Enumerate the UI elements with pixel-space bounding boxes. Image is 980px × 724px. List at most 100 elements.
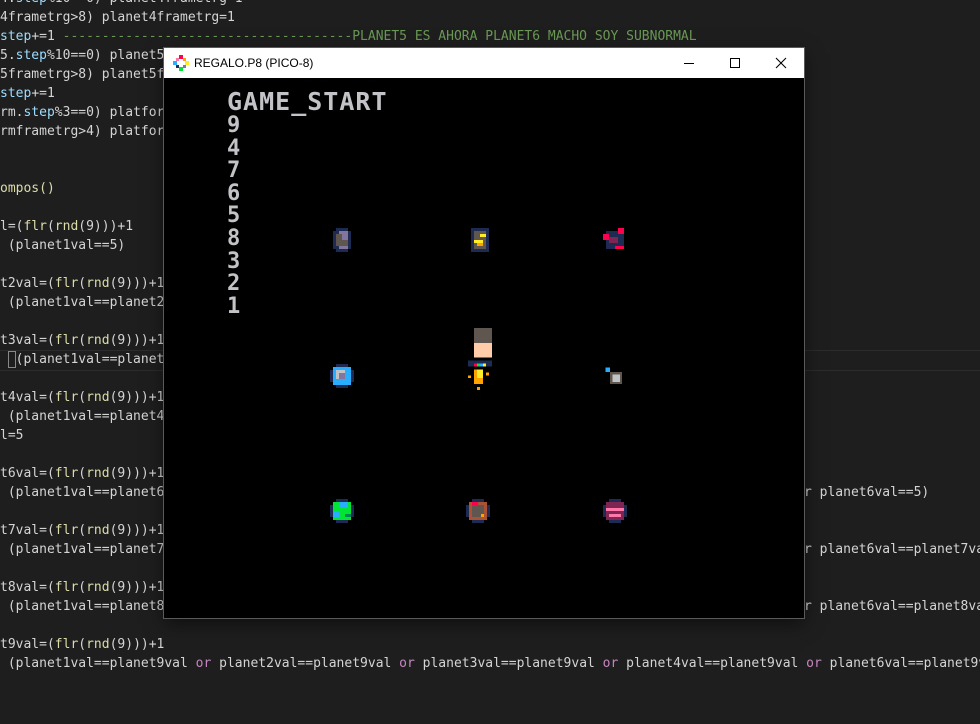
code-line: t8val=(flr(rnd(9)))+1 — [0, 578, 164, 597]
code-token: ( — [78, 333, 87, 348]
code-token: t7val=( — [0, 523, 55, 538]
code-token: ( — [46, 219, 55, 234]
code-token: or — [399, 656, 415, 671]
score-digit: 8 — [227, 225, 241, 251]
code-token: or — [806, 656, 822, 671]
code-token: ( — [78, 580, 87, 595]
code-token: rnd — [54, 219, 79, 234]
code-token: flr — [54, 466, 79, 481]
code-token: (9)))+1 — [109, 580, 165, 595]
code-token: planet6val==planet9va — [821, 656, 980, 671]
code-token: rnd — [86, 333, 110, 348]
window-titlebar[interactable]: REGALO.P8 (PICO-8) — [164, 48, 804, 78]
score-digit: 2 — [227, 271, 241, 297]
code-token: planet4val==planet9val — [618, 656, 807, 671]
code-line: t7val=(flr(rnd(9)))+1 — [0, 521, 164, 540]
code-token: t4val=( — [0, 390, 55, 405]
code-token: t2val=( — [0, 276, 55, 291]
code-token: planet3val==planet9val — [414, 656, 603, 671]
code-line: rmframetrg>4) platfor — [0, 122, 164, 141]
code-line: t6val=(flr(rnd(9)))+1 — [0, 464, 164, 483]
code-line: step+=1 --------------------------------… — [0, 27, 697, 46]
code-line: (planet1val==planet8 — [0, 597, 165, 616]
code-line: r planet6val==5) — [804, 483, 929, 502]
score-digit: 9 — [227, 113, 241, 138]
planet-1 — [333, 228, 351, 252]
code-line: (planet1val==planet2 — [0, 293, 165, 312]
code-token: rnd — [86, 276, 110, 291]
code-token: (planet1val==5) — [0, 238, 126, 253]
code-token: ( — [78, 276, 87, 291]
code-token: %10==0) planet5 — [46, 48, 165, 63]
code-token: (planet1val==planet6 — [0, 485, 165, 500]
code-token: r — [804, 542, 812, 557]
code-line: l=5 — [0, 426, 23, 445]
code-token: step — [15, 48, 47, 63]
code-token: (planet1val==planet7 — [0, 542, 165, 557]
code-token: l=( — [0, 219, 24, 234]
code-token: (planet1val==planet2 — [0, 295, 165, 310]
code-line: r planet6val==planet8va — [804, 597, 980, 616]
code-token: step — [16, 0, 47, 6]
close-button[interactable] — [758, 48, 804, 78]
code-line: r planet6val==planet7va — [804, 540, 980, 559]
code-token: planet2val==planet9val — [211, 656, 400, 671]
code-token: planet6val==planet8va — [811, 599, 980, 614]
code-token: +=1 — [31, 29, 63, 44]
game-start-label: GAME_START — [227, 87, 388, 116]
code-token: %3==0) platfor — [54, 105, 165, 120]
window-title: REGALO.P8 (PICO-8) — [194, 56, 314, 70]
code-line: t3val=(flr(rnd(9)))+1 — [0, 331, 164, 350]
code-token: (9)))+1 — [109, 390, 165, 405]
maximize-icon — [730, 58, 740, 68]
code-token: 4frametrg>8) planet4frametrg=1 — [0, 10, 235, 25]
code-token: rnd — [86, 466, 110, 481]
code-token: (9)))+1 — [109, 523, 165, 538]
code-token: +=1 — [31, 86, 55, 101]
code-token: (planet1val==planet9val — [0, 656, 196, 671]
code-line: (planet1val==planet6 — [0, 483, 165, 502]
score-digit: 3 — [227, 248, 241, 274]
code-token: t9val=( — [0, 637, 55, 652]
score-column: 9 4 7 6 5 8 3 2 1 — [227, 113, 247, 319]
code-token: or — [195, 656, 212, 671]
code-line: 5.step%10==0) planet5 — [0, 46, 164, 65]
code-line: t4val=(flr(rnd(9)))+1 — [0, 388, 164, 407]
score-digit: 6 — [227, 180, 241, 206]
code-token: r — [804, 485, 812, 500]
code-token: flr — [54, 390, 79, 405]
code-token: 4. — [0, 0, 16, 6]
code-line: 4.step%10==0) planet4frametrg=1 — [0, 0, 243, 8]
code-token: t3val=( — [0, 333, 55, 348]
code-token: flr — [54, 276, 79, 291]
close-icon — [775, 57, 787, 69]
code-token: rnd — [86, 523, 110, 538]
score-digit: 1 — [227, 293, 241, 319]
score-digit: 5 — [227, 203, 241, 229]
code-token: (planet1val==planet4 — [0, 409, 165, 424]
code-token: ( — [78, 637, 87, 652]
pico8-window[interactable]: REGALO.P8 (PICO-8) GAME_START 9 4 7 6 5 … — [164, 48, 804, 618]
planet-8 — [603, 499, 627, 523]
score-digit: 4 — [227, 135, 241, 161]
minimize-button[interactable] — [666, 48, 712, 78]
pico8-app-icon — [173, 55, 189, 71]
code-token: flr — [54, 580, 79, 595]
code-token: t6val=( — [0, 466, 55, 481]
code-line: (planet1val==planet9val or planet2val==p… — [0, 654, 980, 673]
code-line: 4frametrg>8) planet4frametrg=1 — [0, 8, 235, 27]
code-token: -------------------------------------PLA… — [62, 29, 697, 44]
game-screen[interactable]: GAME_START 9 4 7 6 5 8 3 2 1 — [164, 78, 804, 618]
code-line: l=(flr(rnd(9)))+1 — [0, 217, 133, 236]
planet-2 — [471, 228, 489, 252]
code-token: step — [0, 86, 32, 101]
code-token: rm. — [0, 105, 24, 120]
code-token: ompos() — [0, 181, 55, 196]
code-line: (planet1val==planet3 — [0, 350, 173, 369]
code-line: t2val=(flr(rnd(9)))+1 — [0, 274, 164, 293]
code-line: rm.step%3==0) platfor — [0, 103, 164, 122]
code-token: (9)))+1 — [78, 219, 134, 234]
maximize-button[interactable] — [712, 48, 758, 78]
code-token: rnd — [86, 637, 110, 652]
minimize-icon — [684, 63, 694, 64]
